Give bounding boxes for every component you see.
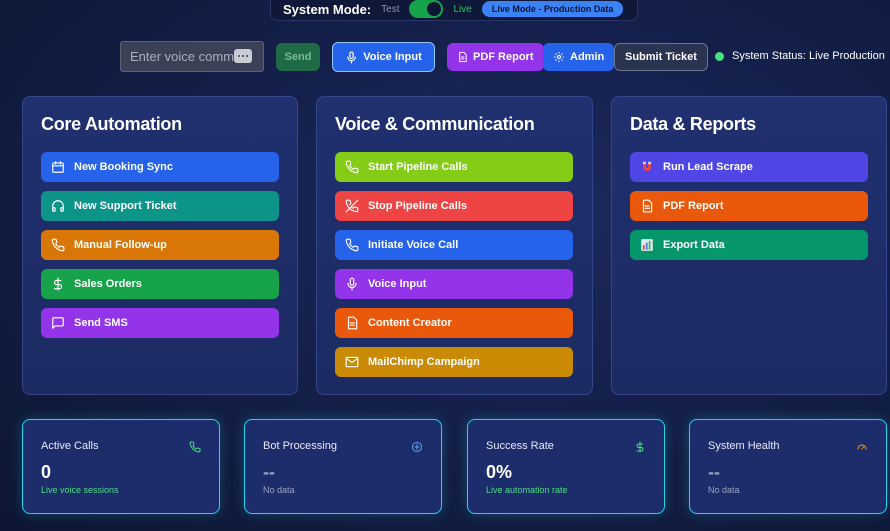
phone-off-icon	[345, 199, 359, 213]
action-list: Start Pipeline Calls Stop Pipeline Calls I…	[335, 152, 573, 386]
magnet-icon	[642, 161, 652, 172]
action-button[interactable]: New Booking Sync	[41, 152, 279, 182]
headphones-icon	[52, 200, 64, 212]
action-button[interactable]: PDF Report	[630, 191, 868, 221]
mode-test-label: Test	[381, 4, 400, 15]
stat-subtext: No data	[708, 485, 740, 495]
status-dot-icon	[715, 51, 724, 61]
system-status: System Status: Live Production	[715, 50, 885, 62]
chart-icon	[641, 239, 653, 251]
stat-value: --	[263, 462, 275, 482]
action-list: New Booking Sync New Support Ticket Manual…	[41, 152, 279, 347]
stat-bot-processing: Bot Processing -- No data	[244, 419, 442, 514]
stat-icon-wrap	[189, 440, 201, 453]
phone-icon	[345, 160, 359, 174]
action-button[interactable]: New Support Ticket	[41, 191, 279, 221]
more-dots-icon[interactable]	[234, 48, 252, 63]
action-label: Sales Orders	[74, 278, 142, 290]
stat-icon-wrap	[856, 440, 868, 452]
stat-value: 0%	[486, 462, 513, 482]
calendar-icon	[52, 161, 64, 173]
dollar-icon	[53, 277, 63, 291]
action-label: Stop Pipeline Calls	[368, 200, 468, 212]
action-button[interactable]: MailChimp Campaign	[335, 347, 573, 377]
phone-icon	[345, 238, 359, 252]
admin-button[interactable]: Admin	[543, 43, 615, 71]
stat-value: --	[708, 462, 720, 482]
phone-icon	[189, 441, 201, 453]
stat-subtext: Live voice sessions	[41, 485, 119, 495]
stat-subtext: No data	[263, 485, 295, 495]
action-button[interactable]: Run Lead Scrape	[630, 152, 868, 182]
stat-value: 0	[41, 462, 52, 482]
stat-title: Bot Processing	[263, 440, 337, 452]
card-title: Core Automation	[41, 114, 182, 134]
system-status-text: System Status: Live Production	[732, 50, 885, 62]
stat-title: Active Calls	[41, 440, 99, 452]
stat-system-health: System Health -- No data	[689, 419, 887, 514]
action-button[interactable]: Sales Orders	[41, 269, 279, 299]
action-label: New Booking Sync	[74, 161, 174, 173]
send-button[interactable]: Send	[276, 43, 320, 71]
voice-input-label: Voice Input	[363, 51, 422, 63]
voice-input-button[interactable]: Voice Input	[332, 42, 435, 72]
action-button[interactable]: Stop Pipeline Calls	[335, 191, 573, 221]
voice-command-wrap	[120, 40, 264, 72]
card-voice-communication: Voice & Communication Start Pipeline Cal…	[316, 96, 593, 395]
action-label: New Support Ticket	[74, 200, 177, 212]
action-label: Export Data	[663, 239, 725, 251]
action-button[interactable]: Initiate Voice Call	[335, 230, 573, 260]
action-label: MailChimp Campaign	[368, 356, 480, 368]
action-label: Manual Follow-up	[74, 239, 167, 251]
pdf-report-button[interactable]: PDF Report	[447, 43, 544, 71]
submit-ticket-button[interactable]: Submit Ticket	[614, 43, 708, 71]
toolbar: Send Voice Input PDF Report Admin Submit…	[120, 40, 885, 72]
system-mode-label: System Mode:	[283, 2, 372, 17]
mode-badge: Live Mode - Production Data	[481, 0, 624, 17]
message-icon	[52, 317, 64, 329]
system-mode-panel: System Mode: Test Live Live Mode - Produ…	[270, 0, 638, 21]
document-icon	[642, 199, 653, 213]
card-core-automation: Core Automation New Booking Sync New Supp…	[22, 96, 298, 395]
action-button[interactable]: Export Data	[630, 230, 868, 260]
action-list: Run Lead Scrape PDF Report Export Data	[630, 152, 868, 269]
action-label: PDF Report	[663, 200, 724, 212]
action-label: Send SMS	[74, 317, 128, 329]
stat-icon-wrap	[411, 440, 423, 452]
action-label: Voice Input	[368, 278, 427, 290]
action-label: Start Pipeline Calls	[368, 161, 468, 173]
action-button[interactable]: Send SMS	[41, 308, 279, 338]
mic-icon	[347, 277, 357, 291]
stat-title: Success Rate	[486, 440, 554, 452]
stat-success-rate: Success Rate 0% Live automation rate	[467, 419, 665, 514]
action-button[interactable]: Voice Input	[335, 269, 573, 299]
card-title: Voice & Communication	[335, 114, 535, 134]
card-data-reports: Data & Reports Run Lead Scrape PDF Report…	[611, 96, 887, 395]
action-button[interactable]: Start Pipeline Calls	[335, 152, 573, 182]
admin-label: Admin	[570, 51, 605, 63]
stat-title: System Health	[708, 440, 780, 452]
document-icon	[459, 51, 467, 63]
pdf-report-label: PDF Report	[473, 51, 534, 63]
stat-active-calls: Active Calls 0 Live voice sessions	[22, 419, 220, 514]
mic-icon	[347, 50, 357, 64]
robot-icon	[412, 442, 422, 452]
gear-icon	[554, 52, 564, 62]
mail-icon	[345, 356, 359, 368]
mode-toggle[interactable]	[409, 0, 444, 18]
action-button[interactable]: Content Creator	[335, 308, 573, 338]
gauge-icon	[857, 444, 867, 450]
action-button[interactable]: Manual Follow-up	[41, 230, 279, 260]
mode-live-label: Live	[453, 4, 472, 15]
stat-subtext: Live automation rate	[486, 485, 568, 495]
stat-icon-wrap	[634, 440, 646, 453]
action-label: Initiate Voice Call	[368, 239, 459, 251]
card-title: Data & Reports	[630, 114, 756, 134]
dollar-icon	[636, 441, 644, 453]
action-label: Content Creator	[368, 317, 452, 329]
phone-icon	[51, 238, 65, 252]
document-icon	[347, 316, 358, 330]
action-label: Run Lead Scrape	[663, 161, 753, 173]
